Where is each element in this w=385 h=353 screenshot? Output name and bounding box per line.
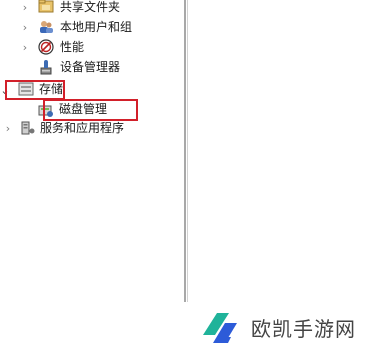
tree-item-label: 设备管理器 bbox=[60, 60, 121, 74]
shared-folder-icon bbox=[38, 0, 54, 13]
console-tree: › 共享文件夹 › 本地用户和组 › 性能 设备管理器 ⌄ 存储 磁盘管理 › … bbox=[0, 0, 184, 353]
watermark: 欧凯手游网 bbox=[195, 305, 385, 353]
pane-splitter[interactable] bbox=[184, 0, 186, 302]
details-pane bbox=[189, 0, 385, 353]
users-group-icon bbox=[40, 21, 53, 33]
device-manager-icon bbox=[40, 60, 52, 75]
performance-icon bbox=[38, 39, 54, 55]
tree-item-label: 性能 bbox=[60, 40, 85, 54]
tree-item-label: 服务和应用程序 bbox=[40, 121, 125, 135]
chevron-right-icon[interactable]: › bbox=[20, 37, 30, 57]
tree-item-label: 本地用户和组 bbox=[60, 20, 133, 34]
watermark-text: 欧凯手游网 bbox=[251, 317, 356, 341]
services-apps-icon bbox=[21, 121, 35, 135]
chevron-right-icon[interactable]: › bbox=[20, 17, 30, 37]
chevron-right-icon[interactable]: › bbox=[20, 0, 30, 17]
tree-item-label: 共享文件夹 bbox=[60, 0, 121, 14]
highlight-box-storage bbox=[5, 80, 65, 100]
oukai-logo-icon bbox=[203, 313, 237, 343]
highlight-box-disk-management bbox=[43, 99, 138, 121]
pane-splitter-shadow bbox=[187, 0, 188, 302]
chevron-right-icon[interactable]: › bbox=[3, 118, 13, 138]
